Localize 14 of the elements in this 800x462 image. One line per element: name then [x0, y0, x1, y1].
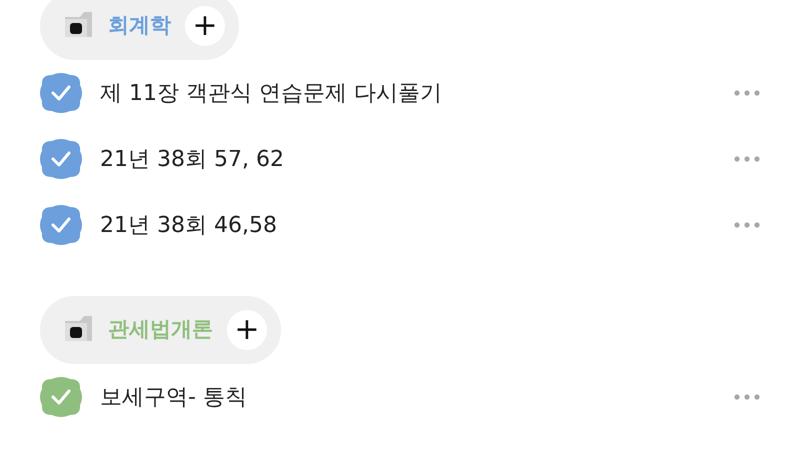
- more-icon[interactable]: [734, 90, 760, 96]
- task-text: 제 11장 객관식 연습문제 다시풀기: [100, 80, 443, 108]
- more-icon[interactable]: [734, 156, 760, 162]
- checkbox[interactable]: [40, 139, 82, 179]
- task-text: 보세구역- 통칙: [100, 384, 248, 412]
- more-icon[interactable]: [734, 394, 760, 400]
- checkbox[interactable]: [40, 377, 82, 417]
- checkbox[interactable]: [40, 205, 82, 245]
- checkbox[interactable]: [40, 73, 82, 113]
- add-button[interactable]: +: [227, 310, 267, 350]
- add-button[interactable]: +: [185, 6, 225, 46]
- task-text: 21년 38회 46,58: [100, 212, 278, 240]
- more-icon[interactable]: [734, 222, 760, 228]
- task-text: 21년 38회 57, 62: [100, 146, 285, 174]
